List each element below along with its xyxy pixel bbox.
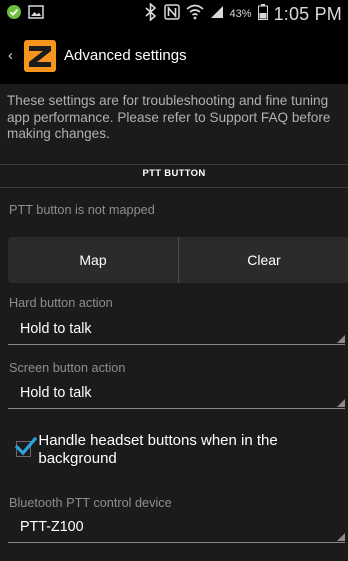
action-bar: ‹ Advanced settings <box>0 27 348 84</box>
status-bar-left <box>6 4 44 25</box>
section-divider-bottom <box>0 187 348 188</box>
wifi-icon <box>186 4 204 25</box>
status-bar: 43% 1:05 PM <box>0 0 348 27</box>
battery-percent: 43% <box>229 8 252 20</box>
battery-icon <box>257 3 268 25</box>
screen-button-spinner[interactable]: Hold to talk <box>8 382 345 409</box>
bluetooth-label: Bluetooth PTT control device <box>9 496 172 510</box>
bluetooth-value: PTT-Z100 <box>20 519 84 535</box>
headset-checkbox[interactable] <box>15 436 37 457</box>
page-title: Advanced settings <box>64 47 187 64</box>
image-icon <box>28 5 44 24</box>
app-logo-icon[interactable] <box>24 39 56 72</box>
spinner-arrow-icon <box>337 533 345 541</box>
intro-text: These settings are for troubleshooting a… <box>7 93 331 141</box>
hard-button-spinner[interactable]: Hold to talk <box>8 318 345 345</box>
screen-button-value: Hold to talk <box>20 385 92 401</box>
hard-button-value: Hold to talk <box>20 321 92 337</box>
map-button[interactable]: Map <box>8 237 178 283</box>
status-bar-right: 43% 1:05 PM <box>144 1 342 26</box>
spinner-arrow-icon <box>337 399 345 407</box>
headset-checkbox-row[interactable]: Handle headset buttons when in the backg… <box>15 432 346 468</box>
check-icon <box>15 436 37 456</box>
section-header-ptt: PTT BUTTON <box>142 168 206 179</box>
hard-button-label: Hard button action <box>9 296 113 310</box>
bluetooth-icon <box>144 1 158 26</box>
section-divider-top <box>0 164 348 165</box>
nfc-icon <box>163 3 180 25</box>
settings-content: These settings are for troubleshooting a… <box>0 84 348 561</box>
signal-icon <box>210 5 224 24</box>
headset-checkbox-label: Handle headset buttons when in the backg… <box>38 432 278 467</box>
ptt-button-group: Map Clear <box>8 237 348 283</box>
status-time: 1:05 PM <box>273 3 342 24</box>
spinner-arrow-icon <box>337 335 345 343</box>
screen-button-label: Screen button action <box>9 361 126 375</box>
bluetooth-spinner[interactable]: PTT-Z100 <box>8 516 345 543</box>
check-circle-icon <box>6 4 22 25</box>
clear-button[interactable]: Clear <box>179 237 348 283</box>
ptt-status-text: PTT button is not mapped <box>9 203 155 217</box>
back-icon[interactable]: ‹ <box>8 47 20 64</box>
